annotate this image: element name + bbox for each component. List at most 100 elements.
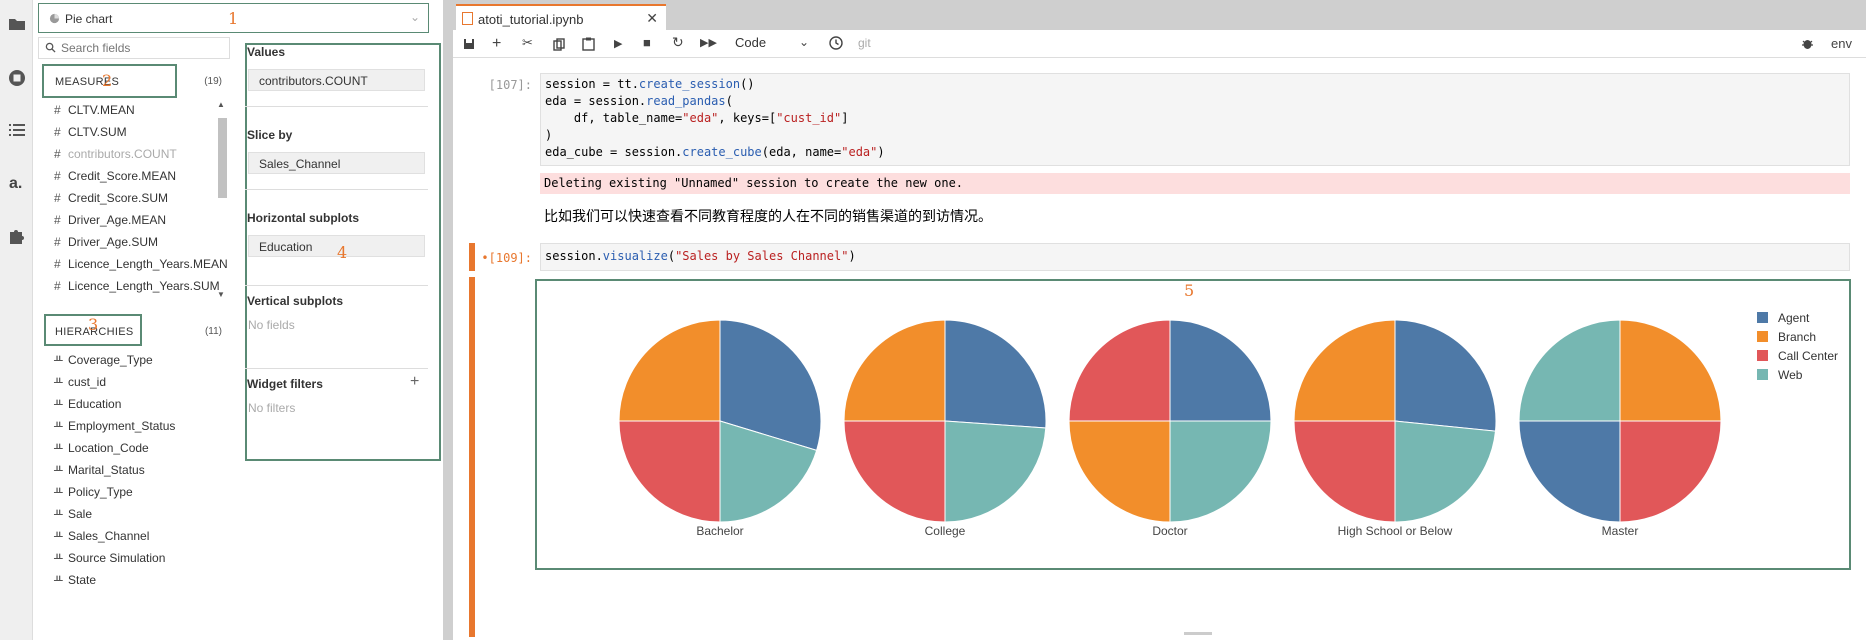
hierarchies-count: (11) <box>204 326 222 337</box>
clock-icon[interactable] <box>829 36 843 50</box>
hierarchy-item[interactable]: ᚇ Coverage_Type <box>54 353 153 373</box>
extension-icon[interactable] <box>7 226 27 246</box>
pie-slice[interactable] <box>843 420 946 523</box>
measure-label: Driver_Age.MEAN <box>68 213 167 227</box>
folder-icon[interactable] <box>7 14 27 34</box>
measures-scroll-thumb[interactable] <box>218 118 227 198</box>
pie-0[interactable]: Bachelor <box>618 319 822 538</box>
hierarchy-icon: ᚇ <box>54 485 63 499</box>
code-token: , keys=[ <box>718 111 777 125</box>
cell-type-label: Code <box>735 35 767 50</box>
legend-swatch[interactable] <box>1757 350 1768 361</box>
legend-label[interactable]: Web <box>1778 368 1803 382</box>
legend-label[interactable]: Branch <box>1778 330 1816 344</box>
hierarchy-item[interactable]: ᚇ Sale <box>54 507 92 527</box>
hierarchy-item[interactable]: ᚇ Location_Code <box>54 441 149 461</box>
measure-item[interactable]: # Driver_Age.SUM <box>54 235 158 255</box>
measure-item[interactable]: # Credit_Score.MEAN <box>54 169 176 189</box>
fast-forward-icon[interactable]: ▶▶ <box>700 36 717 49</box>
paste-icon[interactable] <box>582 37 595 51</box>
hierarchy-item[interactable]: ᚇ Education <box>54 397 121 417</box>
pie-slice[interactable] <box>1169 319 1272 422</box>
pie-slice[interactable] <box>618 420 721 523</box>
pie-2[interactable]: Doctor <box>1068 319 1272 538</box>
search-input[interactable] <box>61 40 221 56</box>
cell-prompt: [107]: <box>488 78 532 92</box>
legend-label[interactable]: Call Center <box>1778 349 1838 363</box>
close-icon[interactable]: ✕ <box>646 10 658 27</box>
stop-icon[interactable]: ■ <box>643 35 651 50</box>
hierarchy-item[interactable]: ᚇ Source Simulation <box>54 551 165 571</box>
pie-3[interactable]: High School or Below <box>1293 319 1497 538</box>
widget-filters-title: Widget filters <box>247 377 323 391</box>
hierarchy-icon: ᚇ <box>54 375 63 389</box>
pie-slice[interactable] <box>944 319 1047 429</box>
table-of-contents-icon[interactable] <box>7 120 27 140</box>
hierarchy-label: cust_id <box>68 375 107 389</box>
pie-1[interactable]: College <box>843 319 1047 538</box>
pie-4[interactable]: Master <box>1518 319 1722 538</box>
measure-item[interactable]: # contributors.COUNT <box>54 147 177 167</box>
code-token: ] <box>841 111 849 125</box>
hierarchy-item[interactable]: ᚇ Marital_Status <box>54 463 145 483</box>
legend-label[interactable]: Agent <box>1778 311 1810 325</box>
run-icon[interactable]: ▶ <box>614 37 622 50</box>
measure-label: contributors.COUNT <box>68 147 177 161</box>
panel-splitter[interactable] <box>443 0 453 640</box>
pie-slice[interactable] <box>843 319 946 422</box>
pie-slice[interactable] <box>1518 319 1621 422</box>
pie-slice[interactable] <box>1169 420 1272 523</box>
cut-icon[interactable]: ✂ <box>522 35 533 51</box>
hierarchy-item[interactable]: ᚇ Employment_Status <box>54 419 175 439</box>
add-filter-icon[interactable]: + <box>410 373 419 391</box>
tab-notebook[interactable]: atoti_tutorial.ipynb ✕ <box>456 4 666 30</box>
running-kernels-icon[interactable] <box>7 68 27 88</box>
search-fields-box[interactable] <box>38 37 230 59</box>
pie-chart[interactable]: Bachelor College Doctor High School or Belo… <box>537 281 1849 568</box>
pie-slice[interactable] <box>1394 319 1497 432</box>
atoti-icon[interactable]: a. <box>7 172 27 192</box>
measure-item[interactable]: # Licence_Length_Years.SUM <box>54 279 220 299</box>
hierarchy-item[interactable]: ᚇ cust_id <box>54 375 106 395</box>
measure-item[interactable]: # CLTV.MEAN <box>54 103 135 123</box>
hierarchy-item[interactable]: ᚇ Policy_Type <box>54 485 133 505</box>
resize-handle[interactable] <box>1184 632 1212 635</box>
slice-by-field-pill[interactable]: Sales_Channel <box>248 152 425 174</box>
pie-slice[interactable] <box>1293 319 1396 422</box>
code-token: ) <box>848 249 856 263</box>
scroll-up-icon[interactable]: ▲ <box>217 100 225 109</box>
code-line: ) <box>545 128 1845 145</box>
pie-slice[interactable] <box>1068 420 1171 523</box>
add-cell-icon[interactable]: + <box>492 35 501 53</box>
measure-item[interactable]: # Driver_Age.MEAN <box>54 213 166 233</box>
code-token: eda_cube = session. <box>545 145 683 159</box>
pie-slice[interactable] <box>944 420 1047 523</box>
save-icon[interactable] <box>463 38 475 50</box>
measure-label: Credit_Score.SUM <box>68 191 169 205</box>
pie-slice[interactable] <box>618 319 721 422</box>
scroll-down-icon[interactable]: ▼ <box>217 290 225 299</box>
values-field-pill[interactable]: contributors.COUNT <box>248 69 425 91</box>
git-label[interactable]: git <box>858 36 871 50</box>
pie-slice[interactable] <box>1619 420 1722 523</box>
restart-icon[interactable]: ↻ <box>672 34 684 51</box>
code-cell-input[interactable]: session = tt.create_session() eda = sessi… <box>540 73 1850 166</box>
legend-swatch[interactable] <box>1757 369 1768 380</box>
pie-slice[interactable] <box>1394 420 1497 523</box>
hierarchy-item[interactable]: ᚇ State <box>54 573 96 593</box>
cell-type-select[interactable]: Code ⌄ <box>733 32 813 54</box>
pie-slice[interactable] <box>1293 420 1396 523</box>
legend-swatch[interactable] <box>1757 312 1768 323</box>
code-cell-input[interactable]: session.visualize("Sales by Sales Channe… <box>540 243 1850 271</box>
bug-icon[interactable] <box>1801 37 1814 50</box>
kernel-name[interactable]: env <box>1831 36 1852 51</box>
hierarchy-item[interactable]: ᚇ Sales_Channel <box>54 529 149 549</box>
pie-slice[interactable] <box>1068 319 1171 422</box>
copy-icon[interactable] <box>553 38 565 51</box>
measure-item[interactable]: # CLTV.SUM <box>54 125 127 145</box>
measure-item[interactable]: # Licence_Length_Years.MEAN <box>54 257 228 277</box>
pie-slice[interactable] <box>1518 420 1621 523</box>
legend-swatch[interactable] <box>1757 331 1768 342</box>
measure-item[interactable]: # Credit_Score.SUM <box>54 191 168 211</box>
pie-slice[interactable] <box>1619 319 1722 422</box>
